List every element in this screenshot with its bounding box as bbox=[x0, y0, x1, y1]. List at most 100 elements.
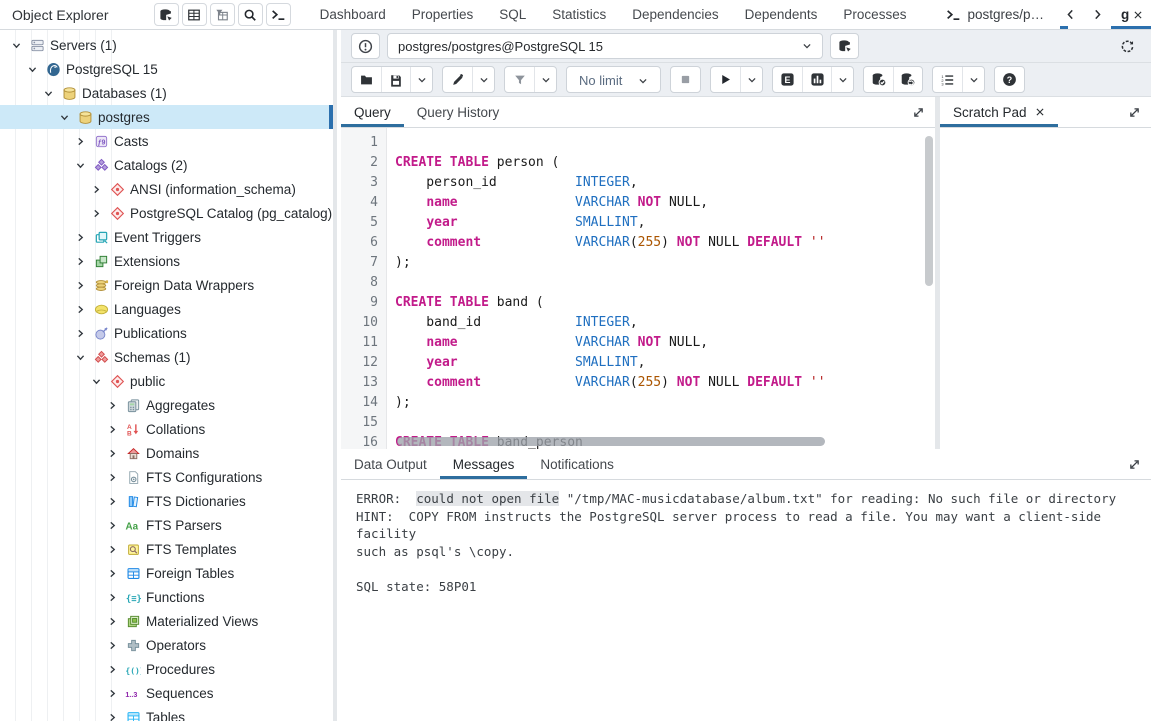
chevron-right-icon[interactable] bbox=[73, 302, 88, 317]
search-button[interactable] bbox=[238, 3, 263, 26]
tree-item-servers-1[interactable]: Servers (1) bbox=[0, 33, 333, 57]
tree-item-sequences[interactable]: 1..3Sequences bbox=[0, 681, 333, 705]
chevron-down-icon[interactable] bbox=[9, 38, 24, 53]
tab-notifications[interactable]: Notifications bbox=[527, 449, 627, 479]
chevron-right-icon[interactable] bbox=[105, 398, 120, 413]
tree-item-databases-1[interactable]: Databases (1) bbox=[0, 81, 333, 105]
tree-item-schemas-1[interactable]: Schemas (1) bbox=[0, 345, 333, 369]
database-sync-button[interactable] bbox=[154, 3, 179, 26]
tree-item-extensions[interactable]: Extensions bbox=[0, 249, 333, 273]
connection-status-button[interactable] bbox=[351, 33, 380, 59]
tab-scroll-left-button[interactable] bbox=[1057, 0, 1084, 29]
tree-item-materialized-views[interactable]: Materialized Views bbox=[0, 609, 333, 633]
play-button[interactable] bbox=[711, 67, 740, 92]
chevron-right-icon[interactable] bbox=[73, 326, 88, 341]
chevron-right-icon[interactable] bbox=[73, 254, 88, 269]
folder-open-button[interactable] bbox=[352, 67, 381, 92]
chevron-down-icon[interactable] bbox=[73, 350, 88, 365]
tree-item-foreign-data-wrappers[interactable]: Foreign Data Wrappers bbox=[0, 273, 333, 297]
tree-item-foreign-tables[interactable]: Foreign Tables bbox=[0, 561, 333, 585]
chevron-down-button[interactable] bbox=[962, 67, 984, 92]
new-connection-button[interactable] bbox=[830, 33, 859, 59]
chevron-right-icon[interactable] bbox=[105, 542, 120, 557]
chevron-down-icon[interactable] bbox=[89, 374, 104, 389]
connection-select[interactable]: postgres/postgres@PostgreSQL 15 bbox=[387, 33, 823, 59]
chevron-down-icon[interactable] bbox=[25, 62, 40, 77]
tree-item-event-triggers[interactable]: Event Triggers bbox=[0, 225, 333, 249]
expand-scratch-pad-button[interactable] bbox=[1118, 97, 1151, 127]
chevron-right-icon[interactable] bbox=[105, 662, 120, 677]
row-limit-select[interactable]: No limit bbox=[567, 67, 660, 93]
help-button[interactable]: ? bbox=[995, 67, 1024, 92]
tab-sql[interactable]: SQL bbox=[486, 0, 539, 29]
tree-item-postgres[interactable]: postgres bbox=[0, 105, 333, 129]
close-icon[interactable] bbox=[1133, 10, 1143, 20]
chevron-right-icon[interactable] bbox=[89, 182, 104, 197]
chevron-down-button[interactable] bbox=[410, 67, 432, 92]
edit-button[interactable] bbox=[443, 67, 472, 92]
chevron-right-icon[interactable] bbox=[105, 614, 120, 629]
save-button[interactable] bbox=[381, 67, 410, 92]
stop-button[interactable] bbox=[671, 67, 700, 92]
filter-button[interactable] bbox=[505, 67, 534, 92]
editor-horizontal-scrollbar[interactable] bbox=[397, 437, 825, 446]
tab-data-output[interactable]: Data Output bbox=[341, 449, 440, 479]
chevron-right-icon[interactable] bbox=[105, 422, 120, 437]
chevron-right-icon[interactable] bbox=[89, 206, 104, 221]
tab-statistics[interactable]: Statistics bbox=[539, 0, 619, 29]
chevron-right-icon[interactable] bbox=[105, 638, 120, 653]
tree-item-operators[interactable]: Operators bbox=[0, 633, 333, 657]
tab-dashboard[interactable]: Dashboard bbox=[307, 0, 399, 29]
explain-analyze-button[interactable] bbox=[802, 67, 831, 92]
tree-item-fts-configurations[interactable]: FTS Configurations bbox=[0, 465, 333, 489]
tab-dependents[interactable]: Dependents bbox=[732, 0, 831, 29]
tree-item-catalogs-2[interactable]: Catalogs (2) bbox=[0, 153, 333, 177]
chevron-right-icon[interactable] bbox=[105, 494, 120, 509]
tree-item-casts[interactable]: ƒ9Casts bbox=[0, 129, 333, 153]
tab-query-tool-active[interactable]: g bbox=[1111, 0, 1151, 29]
close-icon[interactable] bbox=[1035, 107, 1045, 117]
chevron-down-button[interactable] bbox=[831, 67, 853, 92]
scratch-pad-area[interactable] bbox=[940, 128, 1151, 449]
tree-item-fts-parsers[interactable]: AaFTS Parsers bbox=[0, 513, 333, 537]
expand-editor-button[interactable] bbox=[902, 97, 935, 127]
chevron-right-icon[interactable] bbox=[105, 566, 120, 581]
chevron-right-icon[interactable] bbox=[105, 446, 120, 461]
table-grid-button[interactable] bbox=[182, 3, 207, 26]
expand-output-button[interactable] bbox=[1118, 449, 1151, 479]
tab-scroll-right-button[interactable] bbox=[1084, 0, 1111, 29]
tab-dependencies[interactable]: Dependencies bbox=[619, 0, 731, 29]
chevron-right-icon[interactable] bbox=[105, 590, 120, 605]
tree-item-procedures[interactable]: {()}Procedures bbox=[0, 657, 333, 681]
chevron-down-button[interactable] bbox=[534, 67, 556, 92]
tree-item-aggregates[interactable]: Aggregates bbox=[0, 393, 333, 417]
tab-query[interactable]: Query bbox=[341, 97, 404, 127]
tab-query-history[interactable]: Query History bbox=[404, 97, 513, 127]
tab-query-tool[interactable]: postgres/p… bbox=[933, 0, 1057, 29]
chevron-down-icon[interactable] bbox=[73, 158, 88, 173]
commit-button[interactable] bbox=[864, 67, 893, 92]
chevron-right-icon[interactable] bbox=[105, 518, 120, 533]
tree-item-ansi-information-schema[interactable]: ANSI (information_schema) bbox=[0, 177, 333, 201]
tree-item-public[interactable]: public bbox=[0, 369, 333, 393]
chevron-down-icon[interactable] bbox=[41, 86, 56, 101]
tab-messages[interactable]: Messages bbox=[440, 449, 528, 479]
editor-vertical-scrollbar[interactable] bbox=[925, 136, 933, 286]
chevron-right-icon[interactable] bbox=[73, 134, 88, 149]
chevron-right-icon[interactable] bbox=[105, 686, 120, 701]
tree-item-domains[interactable]: Domains bbox=[0, 441, 333, 465]
tree-item-languages[interactable]: Languages bbox=[0, 297, 333, 321]
rollback-button[interactable] bbox=[893, 67, 922, 92]
terminal-button[interactable] bbox=[266, 3, 291, 26]
tab-properties[interactable]: Properties bbox=[399, 0, 487, 29]
sql-editor[interactable]: 12CREATE TABLE person (3 person_id INTEG… bbox=[341, 128, 935, 449]
tree-item-postgresql-catalog-pg-catalog[interactable]: PostgreSQL Catalog (pg_catalog) bbox=[0, 201, 333, 225]
chevron-right-icon[interactable] bbox=[105, 710, 120, 721]
tree-item-fts-templates[interactable]: FTS Templates bbox=[0, 537, 333, 561]
explain-button[interactable]: E bbox=[773, 67, 802, 92]
tree-item-collations[interactable]: ABCollations bbox=[0, 417, 333, 441]
refresh-layout-button[interactable] bbox=[1113, 39, 1141, 54]
macro-list-button[interactable]: 123 bbox=[933, 67, 962, 92]
tab-scratch-pad[interactable]: Scratch Pad bbox=[940, 97, 1058, 127]
tab-processes[interactable]: Processes bbox=[830, 0, 919, 29]
